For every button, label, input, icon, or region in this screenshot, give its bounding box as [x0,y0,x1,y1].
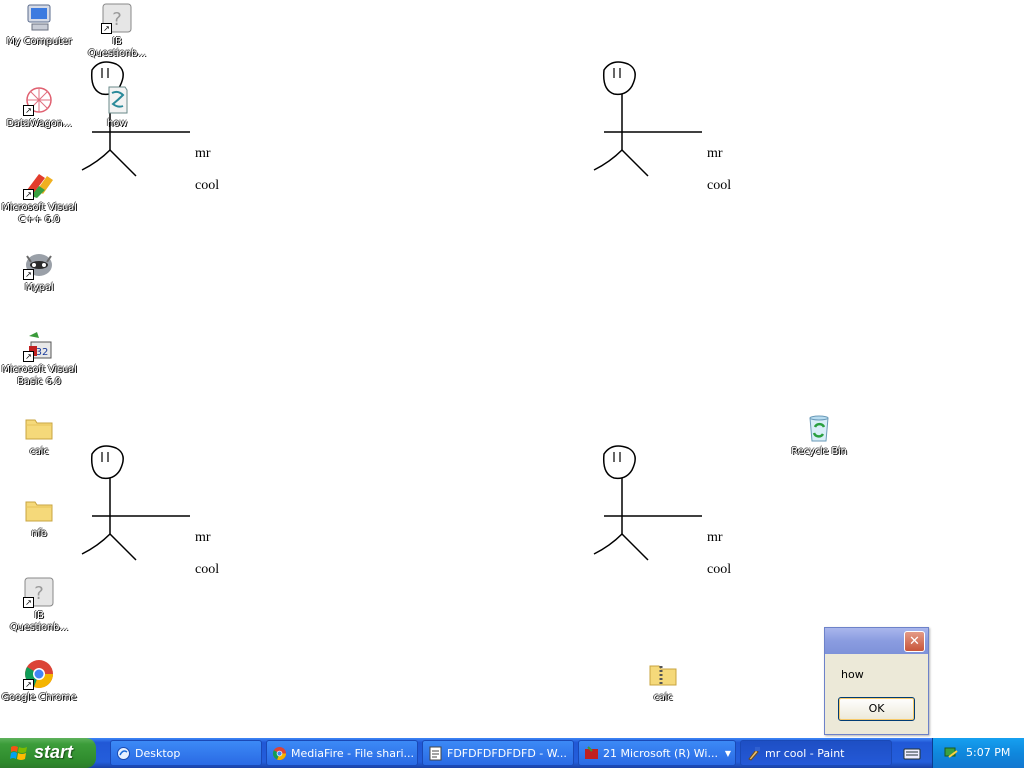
ib-questionbank-shortcut-2-icon: ? ↗ [23,576,55,608]
my-computer-icon [23,2,55,34]
desktop-icon-label: IB Questionb... [87,36,147,59]
desktop-toolbar-icon [117,747,130,760]
stick-figure-drawing: mr cool [592,442,752,582]
network-icon[interactable] [943,745,959,761]
desktop-icon-ib-questionbank-2[interactable]: ? ↗ IB Questionb... [0,576,78,634]
figure-text-mr: mr [195,530,211,545]
desktop-icon-visual-cpp[interactable]: ↗ Microsoft Visual C++ 6.0 [0,168,78,226]
desktop-icon-datawagon[interactable]: ↗ DataWagon... [0,84,78,130]
calc-folder-icon [23,412,55,444]
stick-figure-drawing: mr cool [592,58,752,198]
chevron-down-icon: ▼ [724,749,731,758]
desktop-icon-calc-zip[interactable]: calc [624,658,702,704]
visual-studio-icon [585,746,598,759]
keyboard-icon[interactable] [903,745,921,761]
start-label: start [34,742,74,762]
svg-text:?: ? [34,583,44,604]
desktop-icon-label: calc [653,692,673,703]
google-chrome-icon: ↗ [23,658,55,690]
figure-text-mr: mr [707,146,723,161]
desktop-icon-label: Mypal [24,282,54,293]
desktop-icon-label: Microsoft Visual C++ 6.0 [1,202,77,225]
desktop-icon-nfb-folder[interactable]: nfb [0,494,78,540]
desktop-icon-label: how [106,118,128,129]
desktop-icon-label: calc [29,446,49,457]
figure-text-cool: cool [195,178,220,193]
figure-text-cool: cool [707,178,732,193]
taskbar-button-label: Desktop [135,747,181,760]
visual-basic-icon: 32 ↗ [23,330,55,362]
ib-questionbank-shortcut-icon: ? ↗ [101,2,133,34]
figure-text-cool: cool [707,562,732,577]
close-icon[interactable]: ✕ [904,631,925,652]
desktop-icon-calc-folder[interactable]: calc [0,412,78,458]
desktop-icon-label: Google Chrome [1,692,77,703]
desktop-icon-label: Microsoft Visual Basic 6.0 [1,364,77,387]
taskbar-button-paint[interactable]: mr cool - Paint [740,740,892,766]
desktop-icon-label: DataWagon... [6,118,72,129]
taskbar-button-microsoft-group[interactable]: 21 Microsoft (R) Wi... ▼ [578,740,736,766]
start-button[interactable]: start [0,738,96,768]
desktop-icon-mypal[interactable]: ↗ Mypal [0,248,78,294]
dialog-titlebar[interactable]: ✕ [825,628,928,654]
ok-button[interactable]: OK [838,697,915,721]
desktop-icon-how[interactable]: how [78,84,156,130]
desktop-icon-label: IB Questionb... [9,610,69,633]
how-document-icon [101,84,133,116]
chrome-icon [272,746,287,761]
taskbar-button-mediafire[interactable]: MediaFire - File shari... [266,740,418,766]
desktop-icon-google-chrome[interactable]: ↗ Google Chrome [0,658,78,704]
system-tray: 5:07 PM [932,738,1024,768]
desktop-icon-ib-questionbank[interactable]: ? ↗ IB Questionb... [78,2,156,60]
nfb-folder-icon [23,494,55,526]
calc-zip-icon [647,658,679,690]
desktop-icon-my-computer[interactable]: My Computer [0,2,78,48]
visual-cpp-icon: ↗ [23,168,55,200]
figure-text-mr: mr [707,530,723,545]
windows-flag-icon [10,746,27,760]
taskbar-button-label: FDFDFDFDFDFD - W... [447,747,567,760]
desktop-icon-label: My Computer [6,36,72,47]
message-box-dialog: ✕ how OK [824,627,929,735]
datawagon-icon: ↗ [23,84,55,116]
desktop-icon-visual-basic[interactable]: 32 ↗ Microsoft Visual Basic 6.0 [0,330,78,388]
desktop-icon-label: Recycle Bin [791,446,847,457]
notepad-icon [429,746,442,761]
svg-text:32: 32 [36,347,49,358]
stick-figure-drawing: mr cool [80,442,240,582]
svg-text:?: ? [112,9,122,30]
taskbar-button-desktop[interactable]: Desktop [110,740,262,766]
taskbar-button-label: 21 Microsoft (R) Wi... [603,747,718,760]
desktop-icon-recycle-bin[interactable]: Recycle Bin [780,412,858,458]
mypal-icon: ↗ [23,248,55,280]
paint-icon [748,747,760,761]
taskbar: start Desktop MediaFire - File shari... … [0,738,1024,768]
figure-text-mr: mr [195,146,211,161]
taskbar-button-label: mr cool - Paint [765,747,845,760]
desktop: mr cool mr cool mr cool mr cool My Compu… [0,0,1024,738]
taskbar-button-label: MediaFire - File shari... [291,747,415,760]
desktop-icon-label: nfb [31,528,47,539]
dialog-message: how [841,668,864,681]
recycle-bin-icon [803,412,835,444]
taskbar-button-fdfd[interactable]: FDFDFDFDFDFD - W... [422,740,574,766]
clock[interactable]: 5:07 PM [966,746,1010,759]
figure-text-cool: cool [195,562,220,577]
